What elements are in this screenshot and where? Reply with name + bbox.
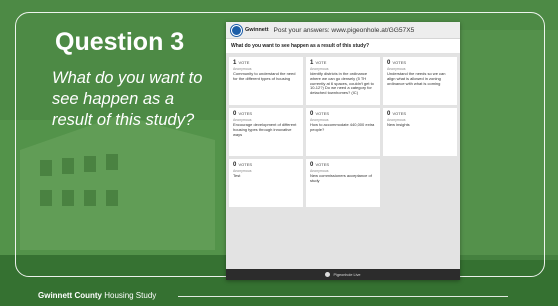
answer-card[interactable]: 0 VOTES Anonymous Encourage development … [229,108,303,156]
question-text: What do you want to see happen as a resu… [52,69,203,129]
vote-count: 0 VOTES [387,60,407,66]
answer-text: Community to understand the need for the… [233,71,296,81]
session-question: What do you want to see happen as a resu… [226,39,460,54]
answer-card[interactable]: 0 VOTES Anonymous New insights [383,108,457,156]
answer-text: Understand the needs so we can align wha… [387,71,446,86]
slide-footer: Gwinnett County Housing Study [38,291,156,300]
footer-divider [178,296,508,297]
answer-card[interactable]: 1 VOTE Anonymous Community to understand… [229,57,303,105]
answer-card[interactable]: 0 VOTES Anonymous New commissioners acce… [306,159,380,207]
slide-title: Question 3 [55,28,185,56]
brand-name: Gwinnett [245,27,269,33]
answer-text: New commissioners acceptance of study [310,173,372,183]
status-bar-label: Pigeonhole Live [333,272,361,277]
answer-author: Anonymous [233,169,252,173]
answer-card[interactable]: 0 VOTES Anonymous How to accommodate 440… [306,108,380,156]
footer-org: Gwinnett County [38,291,102,300]
vote-count: 1 VOTE [233,60,250,66]
answers-grid: 1 VOTE Anonymous Community to understand… [226,54,460,269]
vote-count: 0 VOTES [387,111,407,117]
app-header: Gwinnett Post your answers: www.pigeonho… [226,22,460,39]
empty-grid-cell [383,159,457,207]
answer-text: Test [233,173,241,178]
answer-text: New insights [387,122,410,127]
answer-card[interactable]: 0 VOTES Anonymous Test [229,159,303,207]
footer-title: Housing Study [104,291,157,300]
app-status-bar: Pigeonhole Live [226,269,460,280]
answer-card[interactable]: 1 VOTE Anonymous Identify districts in t… [306,57,380,105]
vote-count: 1 VOTE [310,60,327,66]
vote-count: 0 VOTES [310,111,330,117]
pigeonhole-icon [325,272,331,277]
vote-count: 0 VOTES [310,162,330,168]
answer-text: Encourage development of different housi… [233,122,297,137]
gwinnett-logo-icon [231,24,242,36]
vote-count: 0 VOTES [233,111,253,117]
presentation-slide: Question 3 What do you want to see happe… [0,0,558,306]
header-url-text: Post your answers: www.pigeonhole.at/GG5… [273,26,415,34]
pigeonhole-screenshot: Gwinnett Post your answers: www.pigeonho… [226,22,460,280]
answer-card[interactable]: 0 VOTES Anonymous Understand the needs s… [383,57,457,105]
answer-text: Identify districts in the ordinance wher… [310,71,374,96]
vote-count: 0 VOTES [233,162,253,168]
answer-text: How to accommodate 440,000 extra people? [310,122,375,132]
